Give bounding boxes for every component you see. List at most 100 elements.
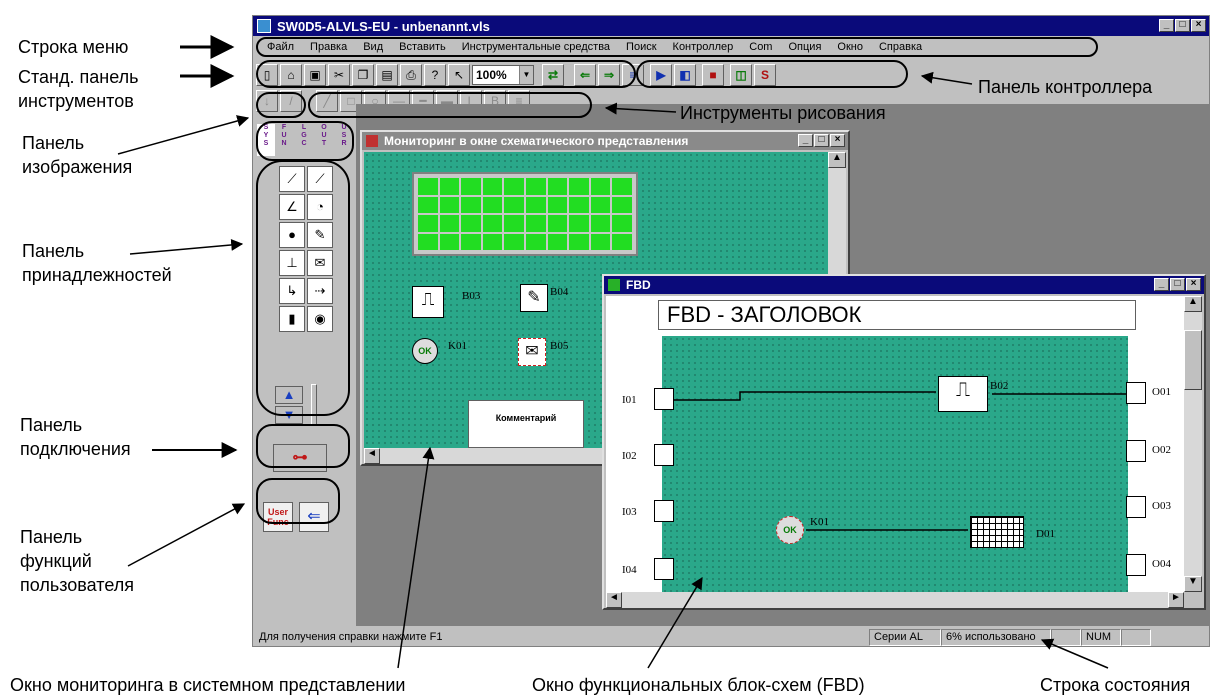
anno-image-panel-1: Панель — [22, 133, 85, 153]
anno-monitor-window: Окно мониторинга в системном представлен… — [10, 675, 406, 695]
anno-status-bar: Строка состояния — [1040, 675, 1191, 695]
block-label-b04: B04 — [550, 286, 569, 298]
anno-user-func-1: Панель — [20, 527, 83, 547]
fbd-scroll-up-icon[interactable]: ▲ — [1184, 296, 1202, 312]
anno-menu-bar: Строка меню — [18, 37, 129, 57]
ok-button-icon[interactable]: OK — [412, 338, 438, 364]
monitor-window-icon — [366, 135, 378, 147]
fbd-window-title-bar: FBD _ □ × — [604, 276, 1204, 294]
output-label-o01: O01 — [1152, 386, 1171, 398]
output-node-o02[interactable] — [1126, 440, 1146, 462]
arrow-accessories — [129, 238, 244, 255]
input-node-i04[interactable] — [654, 558, 674, 580]
message-block-icon[interactable]: ✉ — [518, 338, 546, 366]
output-label-o04: O04 — [1152, 558, 1171, 570]
fbd-vscroll-thumb[interactable] — [1184, 330, 1202, 390]
fbd-window: FBD _ □ × FBD - ЗАГОЛОВОК I01 I02 I03 I0… — [602, 274, 1206, 610]
anno-fbd-window: Окно функциональных блок-схем (FBD) — [532, 675, 865, 695]
input-node-i01[interactable] — [654, 388, 674, 410]
fbd-block-label-k01: K01 — [810, 516, 829, 528]
output-node-o03[interactable] — [1126, 496, 1146, 518]
status-num: NUM — [1081, 628, 1121, 646]
anno-std-toolbar-1: Станд. панель — [18, 67, 139, 87]
fbd-block-label-d01: D01 — [1036, 528, 1055, 540]
anno-accessories-2: принадлежностей — [22, 265, 172, 285]
oneshot-block-icon[interactable]: ⎍ — [412, 286, 444, 318]
anno-std-toolbar-2: инструментов — [18, 91, 134, 111]
fbd-minimize-button[interactable]: _ — [1154, 278, 1169, 291]
stage: SW0D5-ALVLS-EU - unbenannt.vls _ □ × Фай… — [0, 0, 1215, 697]
monitor-window-title-bar: Мониторинг в окне схематического предста… — [362, 132, 848, 150]
input-label-i02: I02 — [622, 450, 637, 462]
monitor-close-button[interactable]: × — [830, 134, 845, 147]
maximize-button[interactable]: □ — [1175, 19, 1190, 32]
fbd-block-label-b02: B02 — [990, 380, 1009, 392]
fbd-window-icon — [608, 279, 620, 291]
output-label-o02: O02 — [1152, 444, 1171, 456]
fbd-scroll-right-icon[interactable]: ► — [1168, 592, 1184, 608]
fbd-canvas[interactable]: FBD - ЗАГОЛОВОК I01 I02 I03 I04 O01 O02 … — [606, 296, 1184, 592]
menu-bar-highlight — [256, 37, 1098, 57]
arrow-user-func — [127, 503, 246, 567]
fbd-scroll-left-icon[interactable]: ◄ — [606, 592, 622, 608]
app-icon — [257, 19, 271, 33]
input-node-i02[interactable] — [654, 444, 674, 466]
block-label-b05: B05 — [550, 340, 569, 352]
monitor-scroll-left-icon[interactable]: ◄ — [364, 448, 380, 464]
anno-drawing-tools: Инструменты рисования — [680, 103, 886, 123]
status-bar: Для получения справки нажмите F1 Серии A… — [253, 627, 1209, 647]
anno-connection-1: Панель — [20, 415, 83, 435]
status-scroll — [1121, 628, 1151, 646]
close-button[interactable]: × — [1191, 19, 1206, 32]
monitor-scroll-up-icon[interactable]: ▲ — [828, 152, 846, 168]
output-node-o04[interactable] — [1126, 554, 1146, 576]
comment-box[interactable]: Комментарий — [468, 400, 584, 448]
fbd-wires — [674, 391, 1126, 531]
input-node-i03[interactable] — [654, 500, 674, 522]
anno-user-func-2: функций — [20, 551, 92, 571]
fbd-close-button[interactable]: × — [1186, 278, 1201, 291]
arrow-image-panel — [117, 115, 250, 155]
fbd-maximize-button[interactable]: □ — [1170, 278, 1185, 291]
user-func-panel-highlight — [256, 478, 340, 524]
drawing-pointer-highlight — [256, 92, 306, 118]
anno-connection-2: подключения — [20, 439, 131, 459]
fbd-oneshot-block-icon[interactable]: ⎍ — [938, 376, 988, 412]
fbd-window-title: FBD — [626, 278, 651, 292]
status-hint: Для получения справки нажмите F1 — [259, 631, 443, 643]
input-label-i01: I01 — [622, 394, 637, 406]
anno-image-panel-2: изображения — [22, 157, 133, 177]
tool-block-icon[interactable]: ✎ — [520, 284, 548, 312]
image-panel-highlight — [256, 121, 354, 161]
comment-text: Комментарий — [495, 413, 557, 423]
app-title: SW0D5-ALVLS-EU - unbenannt.vls — [277, 18, 490, 34]
status-empty — [1051, 628, 1081, 646]
output-node-o01[interactable] — [1126, 382, 1146, 404]
block-label-b03: B03 — [462, 290, 481, 302]
fbd-hscroll[interactable]: ◄ ► — [606, 592, 1184, 608]
controller-toolbar-highlight — [636, 60, 908, 88]
connection-panel-highlight — [256, 424, 350, 468]
monitor-window-title: Мониторинг в окне схематического предста… — [384, 134, 689, 148]
monitor-maximize-button[interactable]: □ — [814, 134, 829, 147]
anno-controller-toolbar: Панель контроллера — [978, 77, 1153, 97]
minimize-button[interactable]: _ — [1159, 19, 1174, 32]
fbd-display-block-icon[interactable] — [970, 516, 1024, 548]
anno-user-func-3: пользователя — [20, 575, 134, 595]
drawing-tools-highlight — [308, 92, 592, 118]
input-label-i04: I04 — [622, 564, 637, 576]
status-usage: 6% использовано — [941, 628, 1051, 646]
input-label-i03: I03 — [622, 506, 637, 518]
fbd-ok-button-icon[interactable]: OK — [776, 516, 804, 544]
fbd-vscroll[interactable]: ▲ ▼ — [1184, 296, 1202, 592]
std-toolbar-highlight — [256, 60, 636, 88]
accessories-panel-highlight — [256, 160, 350, 416]
anno-accessories-1: Панель — [22, 241, 85, 261]
monitor-minimize-button[interactable]: _ — [798, 134, 813, 147]
mdi-area: Мониторинг в окне схематического предста… — [356, 104, 1209, 626]
block-label-k01: K01 — [448, 340, 467, 352]
status-series: Серии AL — [869, 628, 941, 646]
output-label-o03: O03 — [1152, 500, 1171, 512]
fbd-scroll-down-icon[interactable]: ▼ — [1184, 576, 1202, 592]
lcd-display[interactable] — [412, 172, 638, 256]
